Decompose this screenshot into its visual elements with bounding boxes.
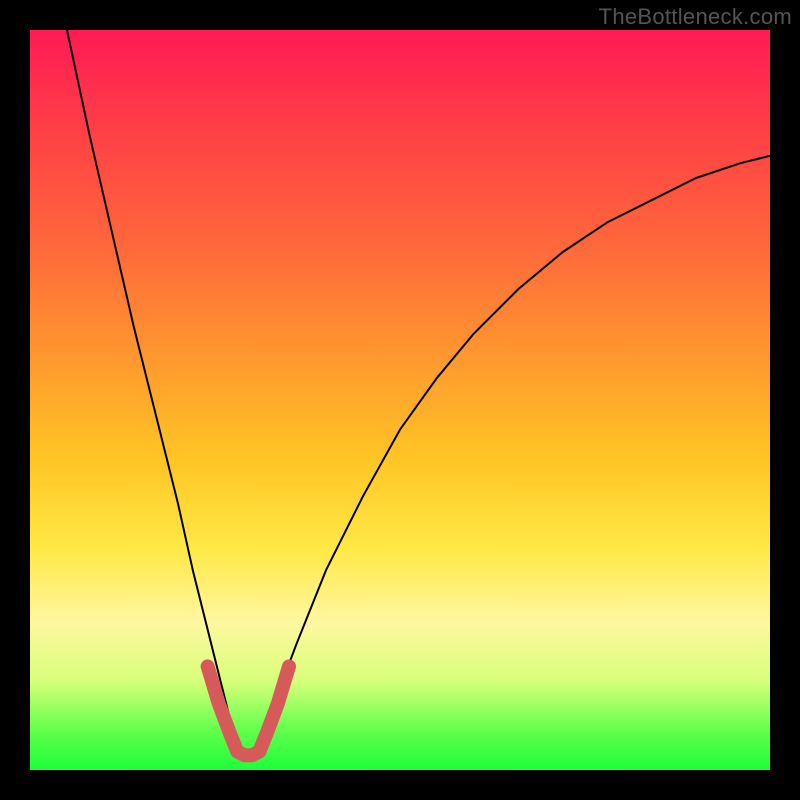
chart-frame: TheBottleneck.com xyxy=(0,0,800,800)
bottleneck-curve-path xyxy=(67,30,770,755)
watermark-text: TheBottleneck.com xyxy=(599,4,792,30)
plot-area xyxy=(30,30,770,770)
curve-layer xyxy=(30,30,770,770)
